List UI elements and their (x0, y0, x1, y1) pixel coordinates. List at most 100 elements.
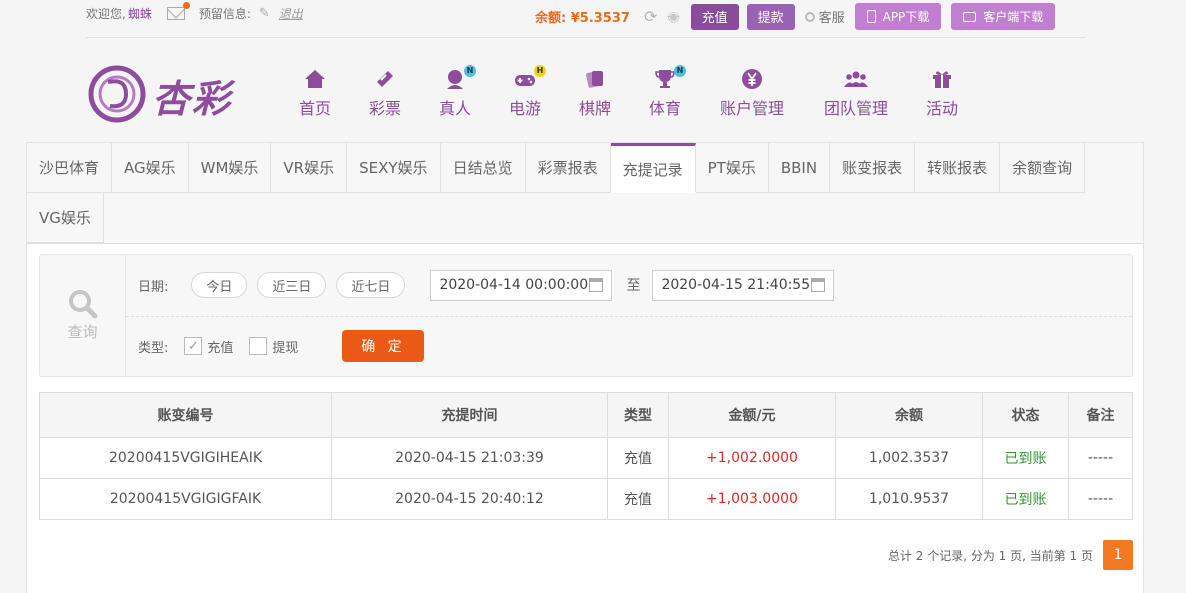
deposit-checkbox[interactable]: ✓ 充值 (184, 337, 233, 356)
col-type: 类型 (607, 392, 669, 438)
app-download-label: APP下载 (882, 10, 930, 24)
home-icon (305, 70, 325, 88)
customer-service-link[interactable]: 客服 (804, 7, 845, 26)
withdraw-button[interactable]: 提款 (746, 3, 795, 30)
date-label: 日期: (138, 279, 169, 295)
tab-lottery-report[interactable]: 彩票报表 (525, 143, 611, 193)
mail-icon[interactable] (166, 2, 190, 20)
nav-cards[interactable]: 棋牌 (578, 64, 612, 119)
cell-type: 充值 (607, 437, 669, 479)
nav-account-label: 账户管理 (719, 99, 784, 118)
records-table: 账变编号 充提时间 类型 金额/元 余额 状态 备注 20200415VGIGI… (39, 392, 1133, 520)
form-divider (126, 316, 1132, 317)
nav-sports[interactable]: N 体育 (648, 64, 686, 119)
app-download-button[interactable]: APP下载 (854, 3, 942, 30)
search-label: 查询 (67, 323, 98, 341)
search-icon (68, 289, 98, 323)
cell-time: 2020-04-15 21:03:39 (331, 437, 608, 479)
cell-balance: 1,002.3537 (835, 437, 983, 479)
welcome-text: 欢迎您, (86, 7, 126, 21)
report-tabs: 沙巴体育 AG娱乐 WM娱乐 VR娱乐 SEXY娱乐 日结总览 彩票报表 充提记… (27, 143, 1143, 244)
nav-live[interactable]: N 真人 (438, 64, 476, 119)
tab-sexy[interactable]: SEXY娱乐 (347, 143, 441, 193)
tab-account-change-report[interactable]: 账变报表 (830, 143, 916, 193)
nav-team-label: 团队管理 (823, 99, 888, 118)
nav-account[interactable]: 账户管理 (718, 64, 786, 119)
notification-dot (182, 2, 190, 9)
hide-balance-icon[interactable]: ◉ (667, 9, 679, 25)
cell-remark: ----- (1068, 478, 1133, 520)
nav-activity[interactable]: 活动 (925, 64, 959, 119)
nav-home-label: 首页 (298, 99, 331, 118)
cell-transaction-id: 20200415VGIGIHEAIK (39, 437, 332, 479)
site-logo[interactable]: 杏彩 (86, 64, 238, 124)
col-amount: 金额/元 (668, 392, 836, 438)
tab-vg[interactable]: VG娱乐 (27, 193, 104, 243)
table-row: 20200415VGIGIHEAIK 2020-04-15 21:03:39 充… (39, 437, 1133, 479)
cards-icon (586, 71, 603, 88)
checkbox-empty (249, 337, 268, 355)
edit-icon[interactable]: ✎ (259, 6, 270, 21)
table-header-row: 账变编号 充提时间 类型 金额/元 余额 状态 备注 (39, 392, 1133, 438)
gift-icon (933, 71, 951, 88)
nav-home[interactable]: 首页 (298, 64, 332, 119)
col-time: 充提时间 (331, 392, 608, 438)
client-download-button[interactable]: 客户端下载 (951, 3, 1056, 30)
yen-coin-icon (742, 69, 762, 89)
col-balance: 余额 (835, 392, 983, 438)
client-download-label: 客户端下载 (983, 10, 1044, 24)
main-panel: 沙巴体育 AG娱乐 WM娱乐 VR娱乐 SEXY娱乐 日结总览 彩票报表 充提记… (26, 142, 1144, 593)
nav-cards-label: 棋牌 (578, 99, 611, 118)
logo-text: 杏彩 (152, 76, 233, 121)
cell-status: 已到账 (982, 478, 1069, 520)
withdraw-checkbox[interactable]: 提现 (249, 337, 298, 356)
last-7-days-button[interactable]: 近七日 (336, 272, 406, 298)
cell-amount: +1,002.0000 (668, 437, 836, 479)
tab-transfer-report[interactable]: 转账报表 (915, 143, 1001, 193)
top-bar: 欢迎您, 蜘蛛 预留信息: ✎ 退出 余额: ¥5.3537 ⟳ ◉ 充值 提款… (86, 0, 1086, 38)
tab-pt[interactable]: PT娱乐 (695, 143, 769, 193)
calendar-icon (589, 278, 604, 292)
tab-saba-sports[interactable]: 沙巴体育 (27, 143, 113, 193)
user-info: 欢迎您, 蜘蛛 预留信息: ✎ 退出 (86, 2, 303, 22)
last-3-days-button[interactable]: 近三日 (257, 272, 327, 298)
tab-vr[interactable]: VR娱乐 (271, 143, 348, 193)
tab-bbin[interactable]: BBIN (768, 143, 831, 193)
nav-activity-label: 活动 (925, 99, 958, 118)
page-1-button[interactable]: 1 (1103, 540, 1133, 570)
nav-egames[interactable]: H 电游 (508, 64, 546, 119)
tab-ag[interactable]: AG娱乐 (112, 143, 189, 193)
end-date-input[interactable]: 2020-04-15 21:40:55 (652, 269, 835, 301)
tab-balance-query[interactable]: 余额查询 (1000, 143, 1086, 193)
tab-daily-overview[interactable]: 日结总览 (440, 143, 526, 193)
confirm-button[interactable]: 确 定 (342, 330, 425, 362)
col-status: 状态 (982, 392, 1069, 438)
phone-icon (866, 10, 876, 23)
tab-deposit-withdraw-records[interactable]: 充提记录 (610, 143, 696, 193)
to-label: 至 (626, 278, 641, 294)
date-row: 日期: 今日 近三日 近七日 2020-04-14 00:00:00 至 202… (138, 267, 835, 303)
deposit-button[interactable]: 充值 (690, 3, 739, 30)
cell-type: 充值 (607, 478, 669, 520)
new-badge: N (674, 65, 686, 77)
cell-remark: ----- (1068, 437, 1133, 479)
account-actions: 余额: ¥5.3537 ⟳ ◉ 充值 提款 客服 APP下载 客户端下载 (535, 3, 1056, 30)
cell-amount: +1,003.0000 (668, 478, 836, 520)
nav-lottery[interactable]: 彩票 (368, 64, 402, 119)
logo-emblem-icon (88, 65, 146, 123)
search-form: 查询 日期: 今日 近三日 近七日 2020-04-14 00:00:00 至 … (39, 254, 1133, 377)
start-date-value: 2020-04-14 00:00:00 (439, 277, 589, 293)
tab-wm[interactable]: WM娱乐 (188, 143, 272, 193)
pagination: 总计 2 个记录, 分为 1 页, 当前第 1 页 1 (888, 540, 1133, 570)
refresh-icon[interactable]: ⟳ (644, 7, 657, 26)
username[interactable]: 蜘蛛 (128, 5, 152, 22)
table-row: 20200415VGIGIGFAIK 2020-04-15 20:40:12 充… (39, 478, 1133, 520)
deposit-checkbox-label: 充值 (207, 340, 234, 356)
team-icon (844, 71, 868, 87)
cell-balance: 1,010.9537 (835, 478, 983, 520)
withdraw-checkbox-label: 提现 (272, 340, 299, 356)
nav-team[interactable]: 团队管理 (822, 64, 890, 119)
start-date-input[interactable]: 2020-04-14 00:00:00 (430, 269, 613, 301)
logout-link[interactable]: 退出 (279, 5, 303, 22)
today-button[interactable]: 今日 (191, 272, 248, 298)
